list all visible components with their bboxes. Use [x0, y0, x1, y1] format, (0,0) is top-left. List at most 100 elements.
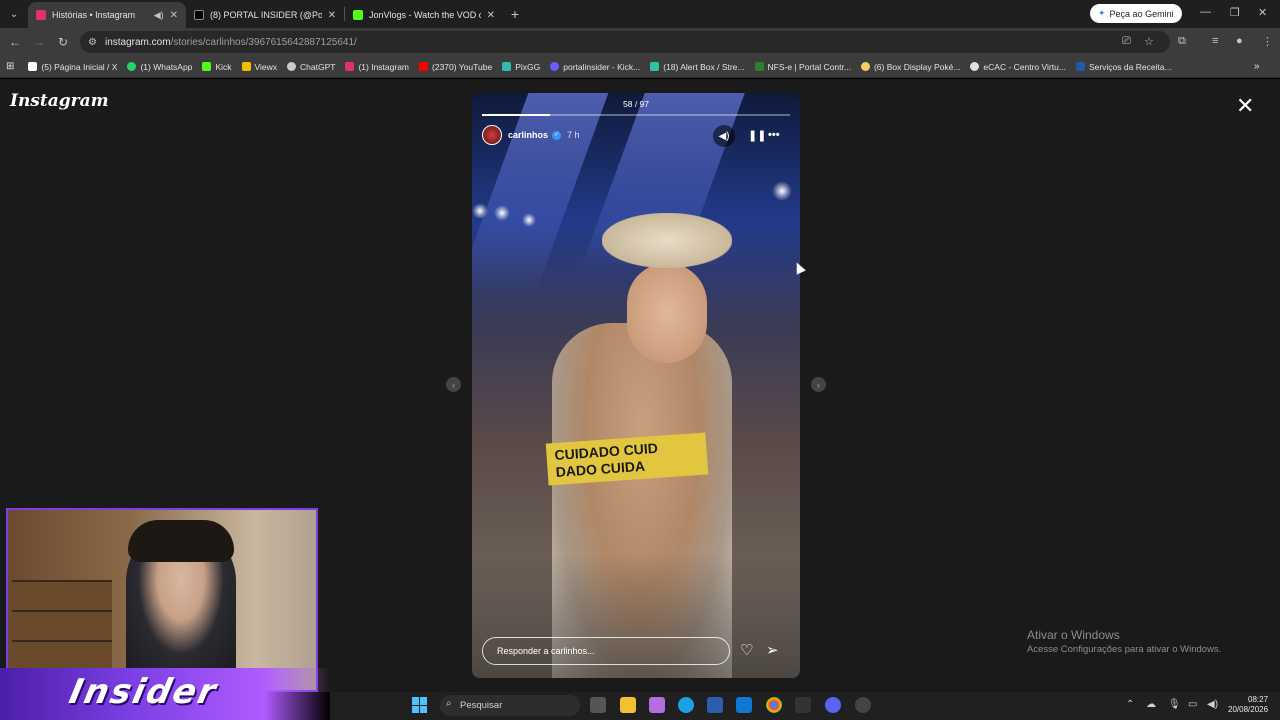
- bookmark-box-display[interactable]: (6) Box Display Poké...: [860, 62, 960, 72]
- bookmark-label: (18) Alert Box / Stre...: [663, 61, 745, 72]
- bookmark-nfse[interactable]: NFS-e | Portal Contr...: [754, 61, 851, 72]
- audio-playing-icon[interactable]: ◀): [154, 10, 164, 21]
- restore-icon[interactable]: ❐: [1230, 6, 1240, 19]
- share-send-icon[interactable]: ➢: [766, 641, 779, 659]
- bookmark-x[interactable]: (5) Página Inicial / X: [28, 62, 117, 72]
- insider-logo: Insider: [65, 672, 222, 712]
- outlook-icon[interactable]: [736, 697, 752, 713]
- kick-icon: [202, 62, 212, 71]
- microphone-icon[interactable]: 🎙: [1168, 699, 1181, 710]
- bookmark-star-icon[interactable]: ☆: [1144, 35, 1154, 48]
- volume-icon[interactable]: ◀): [713, 125, 735, 147]
- back-icon[interactable]: ←: [3, 35, 27, 49]
- close-window-icon[interactable]: ✕: [1258, 6, 1267, 19]
- search-placeholder: Pesquisar: [460, 700, 503, 711]
- chrome-icon[interactable]: [766, 697, 782, 713]
- bookmark-receita[interactable]: Serviços da Receita...: [1075, 62, 1172, 72]
- volume-tray-icon[interactable]: ◀): [1207, 699, 1218, 710]
- next-story-icon[interactable]: ›: [811, 377, 826, 392]
- pokemon-icon: [860, 62, 870, 71]
- toolbar: ← → ↻ ⚙ instagram.com/stories/carlinhos/…: [0, 28, 1280, 56]
- story-viewer[interactable]: CUIDADO CUID DADO CUIDA 58 / 97 carlinhos…: [472, 93, 800, 678]
- close-stories-icon[interactable]: ✕: [1236, 93, 1254, 119]
- like-heart-icon[interactable]: ♡: [740, 641, 753, 659]
- site-info-icon[interactable]: ⚙: [88, 37, 97, 48]
- app-icon[interactable]: [855, 697, 871, 713]
- stage-light: [472, 203, 488, 219]
- copilot-icon[interactable]: [649, 697, 665, 713]
- file-explorer-icon[interactable]: [620, 697, 636, 713]
- streamer-hair: [128, 520, 234, 562]
- store-icon[interactable]: [707, 697, 723, 713]
- story-progress-track: [482, 114, 790, 116]
- install-app-icon[interactable]: ⎚: [1122, 35, 1131, 48]
- network-icon[interactable]: ▭: [1188, 699, 1197, 710]
- pixgg-icon: [502, 62, 512, 71]
- edge-icon[interactable]: [678, 697, 694, 713]
- bookmark-ecac[interactable]: eCAC - Centro Virtu...: [970, 62, 1066, 72]
- tab-jonvlogs[interactable]: JonVlogs - Watch the VOD on ✕: [345, 2, 503, 28]
- bookmark-viewx[interactable]: Viewx: [241, 62, 277, 72]
- media-controls-icon[interactable]: ≡: [1212, 35, 1218, 47]
- capcut-icon[interactable]: [795, 697, 811, 713]
- menu-kebab-icon[interactable]: ⋮: [1262, 35, 1273, 48]
- windows-start-icon[interactable]: [412, 697, 428, 713]
- taskbar-search[interactable]: ⌕ Pesquisar: [440, 695, 580, 716]
- streamlabs-icon: [650, 62, 660, 71]
- story-counter: 58 / 97: [623, 99, 649, 109]
- instagram-icon: [345, 62, 355, 71]
- reply-input[interactable]: Responder a carlinhos...: [482, 637, 730, 665]
- avatar[interactable]: [482, 125, 502, 145]
- new-tab-button[interactable]: +: [503, 6, 527, 22]
- tray-chevron-icon[interactable]: ⌃: [1126, 699, 1134, 710]
- bookmark-whatsapp[interactable]: (1) WhatsApp: [127, 62, 192, 72]
- tab-search-icon[interactable]: ⌄: [0, 0, 28, 28]
- previous-story-icon[interactable]: ‹: [446, 377, 461, 392]
- bookmark-instagram[interactable]: (1) Instagram: [345, 62, 409, 72]
- bookmark-label: portalinsider - Kick...: [563, 61, 641, 72]
- portalinsider-icon: [550, 62, 560, 71]
- story-header: carlinhos ✓ 7 h: [482, 125, 580, 145]
- story-username[interactable]: carlinhos: [508, 130, 548, 140]
- more-options-icon[interactable]: •••: [768, 129, 780, 141]
- clock-time: 08:27: [1248, 695, 1269, 704]
- bookmark-alert-box[interactable]: (18) Alert Box / Stre...: [650, 61, 745, 72]
- bookmark-pixgg[interactable]: PixGG: [502, 62, 540, 72]
- tab-instagram[interactable]: Histórias • Instagram ◀) ✕: [28, 2, 186, 28]
- extensions-icon[interactable]: ⧉: [1178, 35, 1186, 48]
- search-icon: ⌕: [446, 698, 452, 709]
- story-time: 7 h: [567, 130, 580, 140]
- pause-icon[interactable]: ❚❚: [748, 129, 766, 142]
- apps-grid-icon[interactable]: ⊞: [6, 61, 14, 72]
- cloud-icon[interactable]: ☁: [1146, 699, 1156, 710]
- bookmark-chatgpt[interactable]: ChatGPT: [287, 62, 335, 72]
- tab-close-icon[interactable]: ✕: [487, 10, 495, 21]
- address-bar[interactable]: ⚙ instagram.com/stories/carlinhos/396761…: [80, 31, 1170, 53]
- clock-date: 20/08/2026: [1228, 705, 1269, 714]
- tab-close-icon[interactable]: ✕: [328, 10, 336, 21]
- bookmark-label: NFS-e | Portal Contr...: [767, 61, 851, 72]
- nfse-icon: [754, 62, 764, 71]
- gemini-button[interactable]: ✦ Peça ao Gemini: [1090, 4, 1182, 23]
- bookmark-kick[interactable]: Kick: [202, 62, 232, 72]
- profile-avatar-icon[interactable]: ●: [1236, 35, 1243, 47]
- discord-icon[interactable]: [825, 697, 841, 713]
- forward-icon[interactable]: →: [27, 35, 51, 49]
- tab-close-icon[interactable]: ✕: [170, 10, 178, 21]
- taskbar-clock[interactable]: 08:27 20/08/2026: [1228, 695, 1268, 715]
- bookmark-label: (5) Página Inicial / X: [41, 61, 118, 72]
- bookmark-portalinsider-kick[interactable]: portalinsider - Kick...: [550, 62, 640, 72]
- stage-light: [772, 181, 792, 201]
- url-path: /stories/carlinhos/3967615642887125641/: [170, 36, 357, 48]
- more-bookmarks-icon[interactable]: »: [1254, 61, 1260, 72]
- bookmark-label: (2370) YouTube: [432, 61, 493, 72]
- reload-icon[interactable]: ↻: [51, 35, 75, 49]
- task-view-icon[interactable]: [590, 697, 606, 713]
- minimize-icon[interactable]: —: [1200, 6, 1211, 18]
- instagram-logo[interactable]: Instagram: [10, 91, 109, 111]
- bookmark-youtube[interactable]: (2370) YouTube: [419, 62, 492, 72]
- youtube-icon: [419, 62, 429, 71]
- tab-title: (8) PORTAL INSIDER (@Portal_I: [210, 10, 322, 20]
- tab-portal-insider[interactable]: (8) PORTAL INSIDER (@Portal_I ✕: [186, 2, 344, 28]
- bookmarks-bar: ⊞ (5) Página Inicial / X (1) WhatsApp Ki…: [0, 56, 1280, 78]
